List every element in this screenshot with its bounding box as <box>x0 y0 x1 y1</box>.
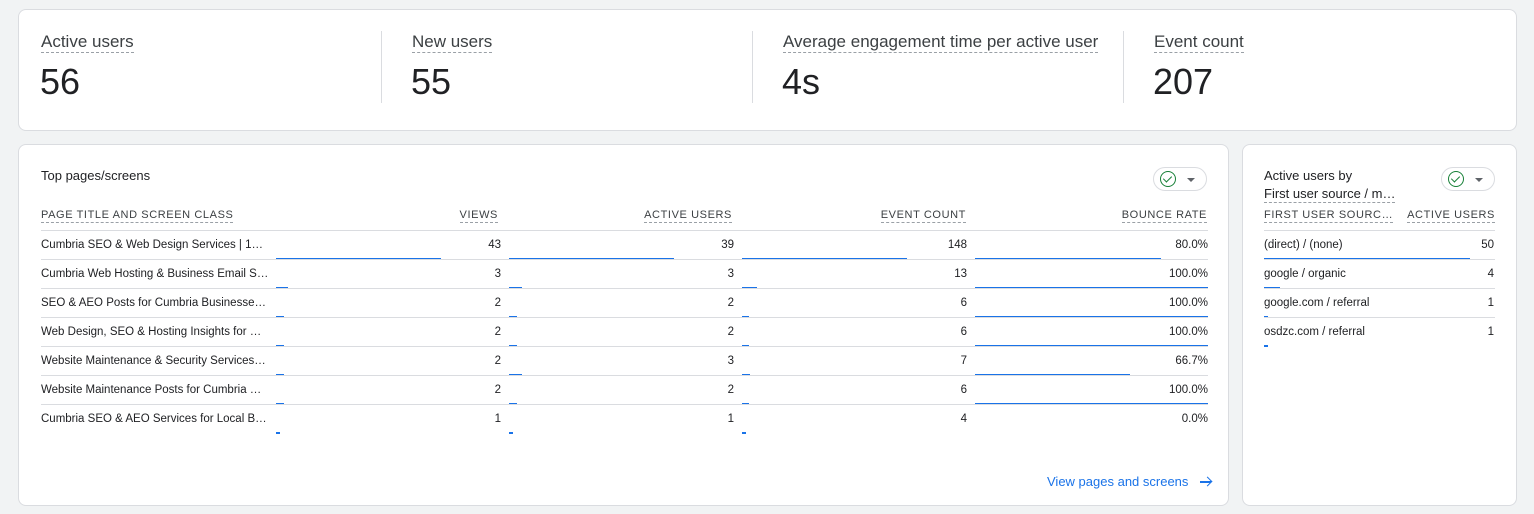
column-header-page-title[interactable]: PAGE TITLE AND SCREEN CLASS <box>41 209 234 223</box>
insights-status-button[interactable] <box>1441 167 1495 191</box>
views-cell: 3 <box>494 268 501 280</box>
bounce-cell: 100.0% <box>1168 268 1208 280</box>
card-title-dimension[interactable]: First user source / m… <box>1264 186 1396 203</box>
events-cell: 7 <box>960 355 967 367</box>
table-row[interactable]: osdzc.com / referral 1 <box>1264 317 1495 347</box>
events-bar <box>742 432 746 434</box>
top-pages-card: Top pages/screens PAGE TITLE AND SCREEN … <box>18 144 1229 506</box>
source-cell[interactable]: (direct) / (none) <box>1264 238 1444 252</box>
users-bar <box>509 432 513 434</box>
bounce-cell: 100.0% <box>1168 326 1208 338</box>
table-row[interactable]: google / organic 4 <box>1264 259 1495 289</box>
bounce-cell: 80.0% <box>1175 239 1208 251</box>
users-cell: 2 <box>727 384 734 396</box>
users-cell: 2 <box>727 297 734 309</box>
caret-down-icon <box>1187 178 1195 182</box>
table-row[interactable]: Cumbria Web Hosting & Business Email S… 3… <box>41 259 1208 289</box>
page-title-cell[interactable]: Cumbria Web Hosting & Business Email S… <box>41 267 269 281</box>
bounce-cell: 66.7% <box>1175 355 1208 367</box>
table-row[interactable]: Website Maintenance Posts for Cumbria … 2… <box>41 375 1208 405</box>
table-row[interactable]: (direct) / (none) 50 <box>1264 230 1495 260</box>
views-cell: 2 <box>494 384 501 396</box>
metric-divider <box>381 31 382 103</box>
metric-label[interactable]: New users <box>412 32 493 53</box>
metric-label[interactable]: Event count <box>1154 32 1244 53</box>
metric-label[interactable]: Active users <box>41 32 134 53</box>
active-users-bar <box>1264 345 1268 347</box>
events-cell: 6 <box>960 384 967 396</box>
source-cell[interactable]: google / organic <box>1264 267 1444 281</box>
page-title-cell[interactable]: Website Maintenance & Security Services… <box>41 354 269 368</box>
users-cell: 2 <box>727 326 734 338</box>
views-cell: 2 <box>494 355 501 367</box>
metric-value: 207 <box>1153 61 1214 102</box>
bounce-cell: 100.0% <box>1168 297 1208 309</box>
events-cell: 6 <box>960 297 967 309</box>
check-circle-icon <box>1448 171 1464 187</box>
column-header-active-users[interactable]: ACTIVE USERS <box>1407 209 1495 223</box>
users-cell: 3 <box>727 355 734 367</box>
sources-table: (direct) / (none) 50 google / organic 4 goog… <box>1264 230 1495 347</box>
views-cell: 2 <box>494 326 501 338</box>
column-header-views[interactable]: VIEWS <box>459 209 498 223</box>
column-header-bounce-rate[interactable]: BOUNCE RATE <box>1121 209 1207 223</box>
table-row[interactable]: Cumbria SEO & AEO Services for Local B… 1… <box>41 404 1208 434</box>
table-row[interactable]: google.com / referral 1 <box>1264 288 1495 318</box>
page-title-cell[interactable]: Cumbria SEO & Web Design Services | 14… <box>41 238 269 252</box>
metric-value: 56 <box>40 61 81 102</box>
column-header-event-count[interactable]: EVENT COUNT <box>880 209 966 223</box>
caret-down-icon <box>1475 178 1483 182</box>
active-users-cell: 4 <box>1487 268 1494 280</box>
metric-divider <box>1123 31 1124 103</box>
users-cell: 1 <box>727 413 734 425</box>
column-header-active-users[interactable]: ACTIVE USERS <box>644 209 732 223</box>
metric-label[interactable]: Average engagement time per active user <box>783 32 1099 53</box>
card-title-line1: Active users by <box>1264 168 1352 184</box>
table-row[interactable]: Cumbria SEO & Web Design Services | 14… 4… <box>41 230 1208 260</box>
metrics-card: Active users 56 New users 55 Average eng… <box>18 9 1517 131</box>
page-title-cell[interactable]: Website Maintenance Posts for Cumbria … <box>41 383 269 397</box>
check-circle-icon <box>1160 171 1176 187</box>
metric-new-users[interactable]: New users 55 <box>411 10 752 132</box>
source-cell[interactable]: google.com / referral <box>1264 296 1444 310</box>
active-users-cell: 50 <box>1481 239 1494 251</box>
events-cell: 6 <box>960 326 967 338</box>
users-cell: 3 <box>727 268 734 280</box>
column-header-first-user-source[interactable]: FIRST USER SOURC… <box>1264 209 1394 223</box>
table-row[interactable]: Website Maintenance & Security Services…… <box>41 346 1208 376</box>
user-source-card: Active users by First user source / m… F… <box>1242 144 1517 506</box>
events-cell: 148 <box>947 239 967 251</box>
page-title-cell[interactable]: Cumbria SEO & AEO Services for Local B… <box>41 412 269 426</box>
arrow-right-icon[interactable] <box>1199 475 1213 489</box>
pages-table: Cumbria SEO & Web Design Services | 14… 4… <box>41 230 1208 434</box>
bounce-cell: 100.0% <box>1168 384 1208 396</box>
card-title-text: Active users by <box>1264 168 1353 183</box>
metric-avg-engagement[interactable]: Average engagement time per active user … <box>782 10 1123 132</box>
table-row[interactable]: Web Design, SEO & Hosting Insights for C… <box>41 317 1208 347</box>
views-bar <box>276 432 280 434</box>
metric-divider <box>752 31 753 103</box>
metric-active-users[interactable]: Active users 56 <box>40 10 381 132</box>
active-users-cell: 1 <box>1487 297 1494 309</box>
views-cell: 43 <box>488 239 501 251</box>
page-title-cell[interactable]: Web Design, SEO & Hosting Insights for C… <box>41 325 269 339</box>
events-cell: 4 <box>960 413 967 425</box>
views-cell: 1 <box>494 413 501 425</box>
page-title-cell[interactable]: SEO & AEO Posts for Cumbria Businesse… <box>41 296 269 310</box>
metric-value: 4s <box>782 61 821 102</box>
card-title: Top pages/screens <box>41 168 151 183</box>
metric-value: 55 <box>411 61 452 102</box>
views-cell: 2 <box>494 297 501 309</box>
source-cell[interactable]: osdzc.com / referral <box>1264 325 1444 339</box>
bounce-cell: 0.0% <box>1181 413 1208 425</box>
insights-status-button[interactable] <box>1153 167 1207 191</box>
metric-event-count[interactable]: Event count 207 <box>1153 10 1494 132</box>
view-pages-link[interactable]: View pages and screens <box>1047 474 1188 490</box>
events-cell: 13 <box>954 268 967 280</box>
active-users-cell: 1 <box>1487 326 1494 338</box>
users-cell: 39 <box>721 239 734 251</box>
table-row[interactable]: SEO & AEO Posts for Cumbria Businesse… 2 2… <box>41 288 1208 318</box>
